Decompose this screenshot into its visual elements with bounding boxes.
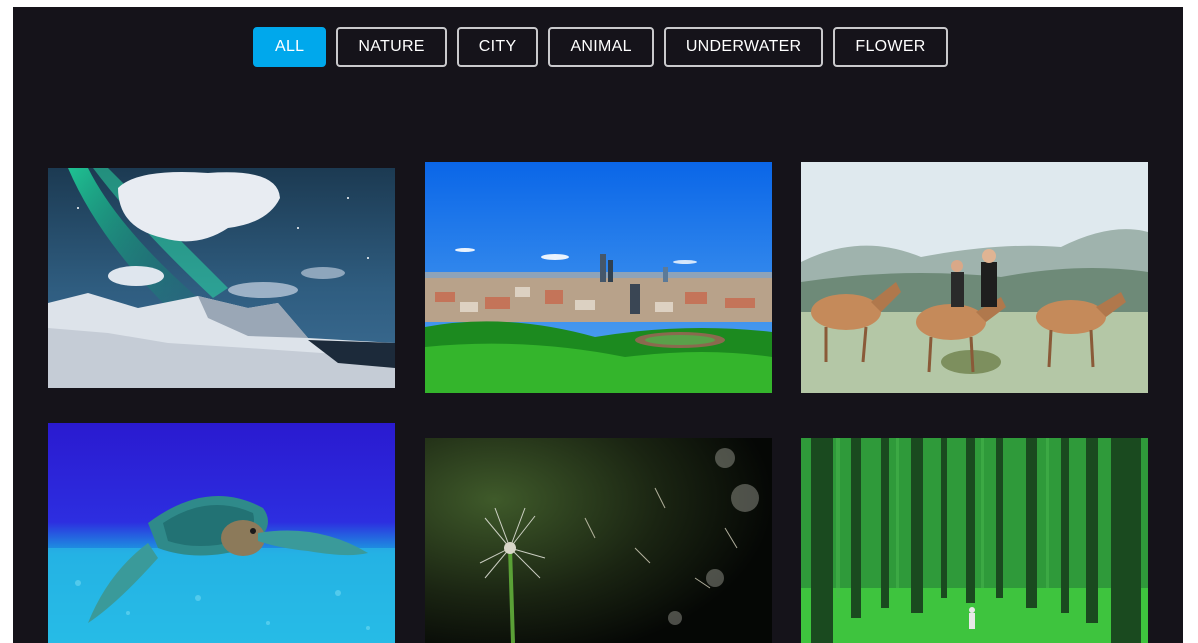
dandelion-image (425, 438, 772, 643)
gallery-item-deer[interactable] (801, 162, 1148, 393)
deer-image (801, 162, 1148, 393)
filter-all-button[interactable]: ALL (253, 27, 327, 67)
filter-nature-button[interactable]: NATURE (336, 27, 447, 67)
filter-animal-button[interactable]: ANIMAL (548, 27, 654, 67)
portfolio-gallery: ALL NATURE CITY ANIMAL UNDERWATER FLOWER (13, 7, 1183, 643)
filter-city-button[interactable]: CITY (456, 27, 539, 67)
filter-flower-button[interactable]: FLOWER (833, 27, 948, 67)
gallery-item-aurora[interactable] (48, 168, 395, 388)
gallery-item-city[interactable] (425, 162, 772, 393)
filter-underwater-button[interactable]: UNDERWATER (663, 27, 824, 67)
city-image (425, 162, 772, 393)
gallery-item-dandelion[interactable] (425, 438, 772, 643)
turtle-image (48, 423, 395, 643)
gallery-item-forest[interactable] (801, 438, 1148, 643)
filter-bar: ALL NATURE CITY ANIMAL UNDERWATER FLOWER (253, 27, 948, 67)
aurora-image (48, 168, 395, 388)
gallery-item-turtle[interactable] (48, 423, 395, 643)
forest-image (801, 438, 1148, 643)
